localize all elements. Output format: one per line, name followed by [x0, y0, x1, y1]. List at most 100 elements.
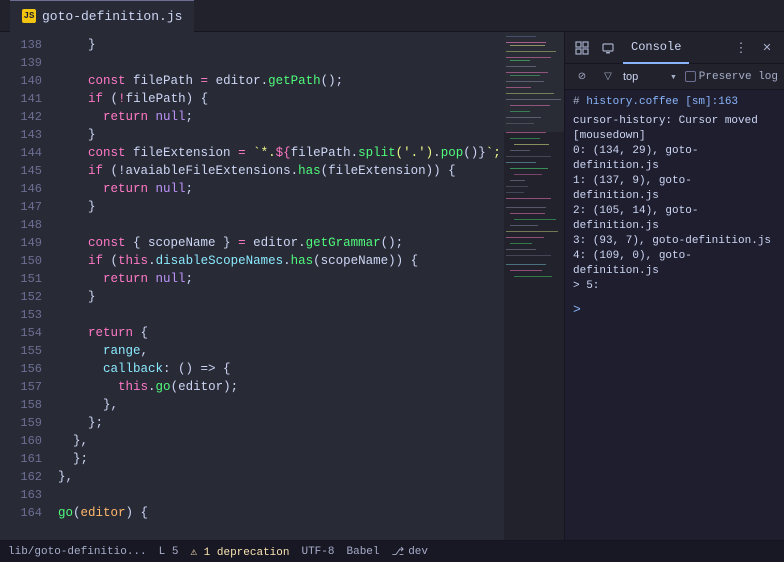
file-type-icon: JS — [22, 9, 36, 23]
code-line: }; — [58, 414, 496, 432]
code-line — [58, 486, 496, 504]
encoding-status: UTF-8 — [301, 546, 334, 558]
code-line: go(editor) { — [58, 504, 496, 522]
line-number: 155 — [0, 342, 42, 360]
line-number: 138 — [0, 36, 42, 54]
line-number: 141 — [0, 90, 42, 108]
code-line: return null; — [58, 180, 496, 198]
line-number: 161 — [0, 450, 42, 468]
console-line: 0: (134, 29), goto-definition.js — [573, 144, 776, 174]
encoding-label: UTF-8 — [301, 546, 334, 558]
console-line: 2: (105, 14), goto-definition.js — [573, 204, 776, 234]
code-content[interactable]: } const filePath = editor.getPath(); if … — [50, 32, 504, 540]
code-line: } — [58, 198, 496, 216]
code-line: return { — [58, 324, 496, 342]
code-line: const { scopeName } = editor.getGrammar(… — [58, 234, 496, 252]
minimap-svg — [504, 32, 564, 540]
line-col-label: L 5 — [159, 546, 179, 558]
syntax-label: Babel — [347, 546, 380, 558]
line-number: 142 — [0, 108, 42, 126]
syntax-status: Babel — [347, 546, 380, 558]
device-toolbar-button[interactable] — [597, 37, 619, 59]
line-col-status: L 5 — [159, 546, 179, 558]
console-hash: # — [573, 96, 586, 108]
devtools-panel: Console ⋮ ✕ ⊘ ▽ ▾ Preserve lo — [564, 32, 784, 540]
editor-tab[interactable]: JS goto-definition.js — [10, 0, 194, 32]
console-line: cursor-history: Cursor moved — [573, 114, 776, 129]
code-line: if (this.disableScopeNames.has(scopeName… — [58, 252, 496, 270]
code-line: }, — [58, 468, 496, 486]
code-line: } — [58, 36, 496, 54]
line-number: 151 — [0, 270, 42, 288]
line-number: 148 — [0, 216, 42, 234]
line-number: 144 — [0, 144, 42, 162]
console-tab-label: Console — [631, 40, 681, 54]
console-line: 1: (137, 9), goto-definition.js — [573, 174, 776, 204]
device-icon — [601, 41, 615, 55]
code-line: return null; — [58, 270, 496, 288]
line-number: 140 — [0, 72, 42, 90]
console-line: 4: (109, 0), goto-definition.js — [573, 249, 776, 279]
line-number: 158 — [0, 396, 42, 414]
code-line: } — [58, 126, 496, 144]
git-status: ⎇ dev — [392, 545, 429, 559]
code-line — [58, 306, 496, 324]
console-tab[interactable]: Console — [623, 32, 689, 64]
line-number: 154 — [0, 324, 42, 342]
clear-icon: ⊘ — [578, 71, 586, 82]
code-line: const fileExtension = `*.${filePath.spli… — [58, 144, 496, 162]
preserve-log-checkbox[interactable] — [685, 71, 696, 82]
close-icon: ✕ — [762, 41, 771, 54]
code-line: }, — [58, 396, 496, 414]
console-filter-input[interactable] — [623, 71, 666, 83]
console-line: [mousedown] — [573, 129, 776, 144]
line-number: 156 — [0, 360, 42, 378]
filter-button[interactable]: ▽ — [597, 66, 619, 88]
editor-area: 1381391401411421431441451461471481491501… — [0, 32, 564, 540]
git-branch-label: dev — [408, 546, 428, 558]
line-number: 152 — [0, 288, 42, 306]
line-number: 146 — [0, 180, 42, 198]
line-number: 160 — [0, 432, 42, 450]
status-bar: lib/goto-definitio... L 5 ⚠ 1 deprecatio… — [0, 540, 784, 562]
code-line — [58, 54, 496, 72]
code-line: this.go(editor); — [58, 378, 496, 396]
devtools-filter-bar: ⊘ ▽ ▾ Preserve log — [565, 64, 784, 90]
code-line: }; — [58, 450, 496, 468]
devtools-toolbar: Console ⋮ ✕ — [565, 32, 784, 64]
line-number: 164 — [0, 504, 42, 522]
dropdown-arrow-icon: ▾ — [670, 70, 677, 84]
line-number: 147 — [0, 198, 42, 216]
close-devtools-button[interactable]: ✕ — [756, 37, 778, 59]
console-line: 3: (93, 7), goto-definition.js — [573, 234, 776, 249]
code-line — [58, 216, 496, 234]
devtools-content[interactable]: # history.coffee [sm]:163 cursor-history:… — [565, 90, 784, 540]
code-line: const filePath = editor.getPath(); — [58, 72, 496, 90]
code-line: }, — [58, 432, 496, 450]
main-area: 1381391401411421431441451461471481491501… — [0, 32, 784, 540]
inspect-element-button[interactable] — [571, 37, 593, 59]
code-line: if (!avaiableFileExtensions.has(fileExte… — [58, 162, 496, 180]
code-line: if (!filePath) { — [58, 90, 496, 108]
clear-console-button[interactable]: ⊘ — [571, 66, 593, 88]
filter-dropdown[interactable]: ▾ — [670, 70, 677, 84]
warning-status[interactable]: ⚠ 1 deprecation — [190, 545, 289, 559]
more-icon: ⋮ — [735, 40, 748, 56]
code-line: return null; — [58, 108, 496, 126]
minimap[interactable] — [504, 32, 564, 540]
line-number: 139 — [0, 54, 42, 72]
console-source: history.coffee [sm]:163 — [586, 96, 738, 108]
console-prompt[interactable]: > — [573, 302, 776, 318]
code-container: 1381391401411421431441451461471481491501… — [0, 32, 564, 540]
warning-label: ⚠ 1 deprecation — [190, 545, 289, 559]
line-number: 157 — [0, 378, 42, 396]
console-line: > 5: — [573, 279, 776, 294]
line-number: 159 — [0, 414, 42, 432]
line-number: 150 — [0, 252, 42, 270]
line-number: 163 — [0, 486, 42, 504]
line-number: 143 — [0, 126, 42, 144]
preserve-log-label: Preserve log — [699, 71, 778, 83]
filter-icon: ▽ — [604, 71, 612, 82]
code-line: callback: () => { — [58, 360, 496, 378]
more-options-button[interactable]: ⋮ — [730, 37, 752, 59]
